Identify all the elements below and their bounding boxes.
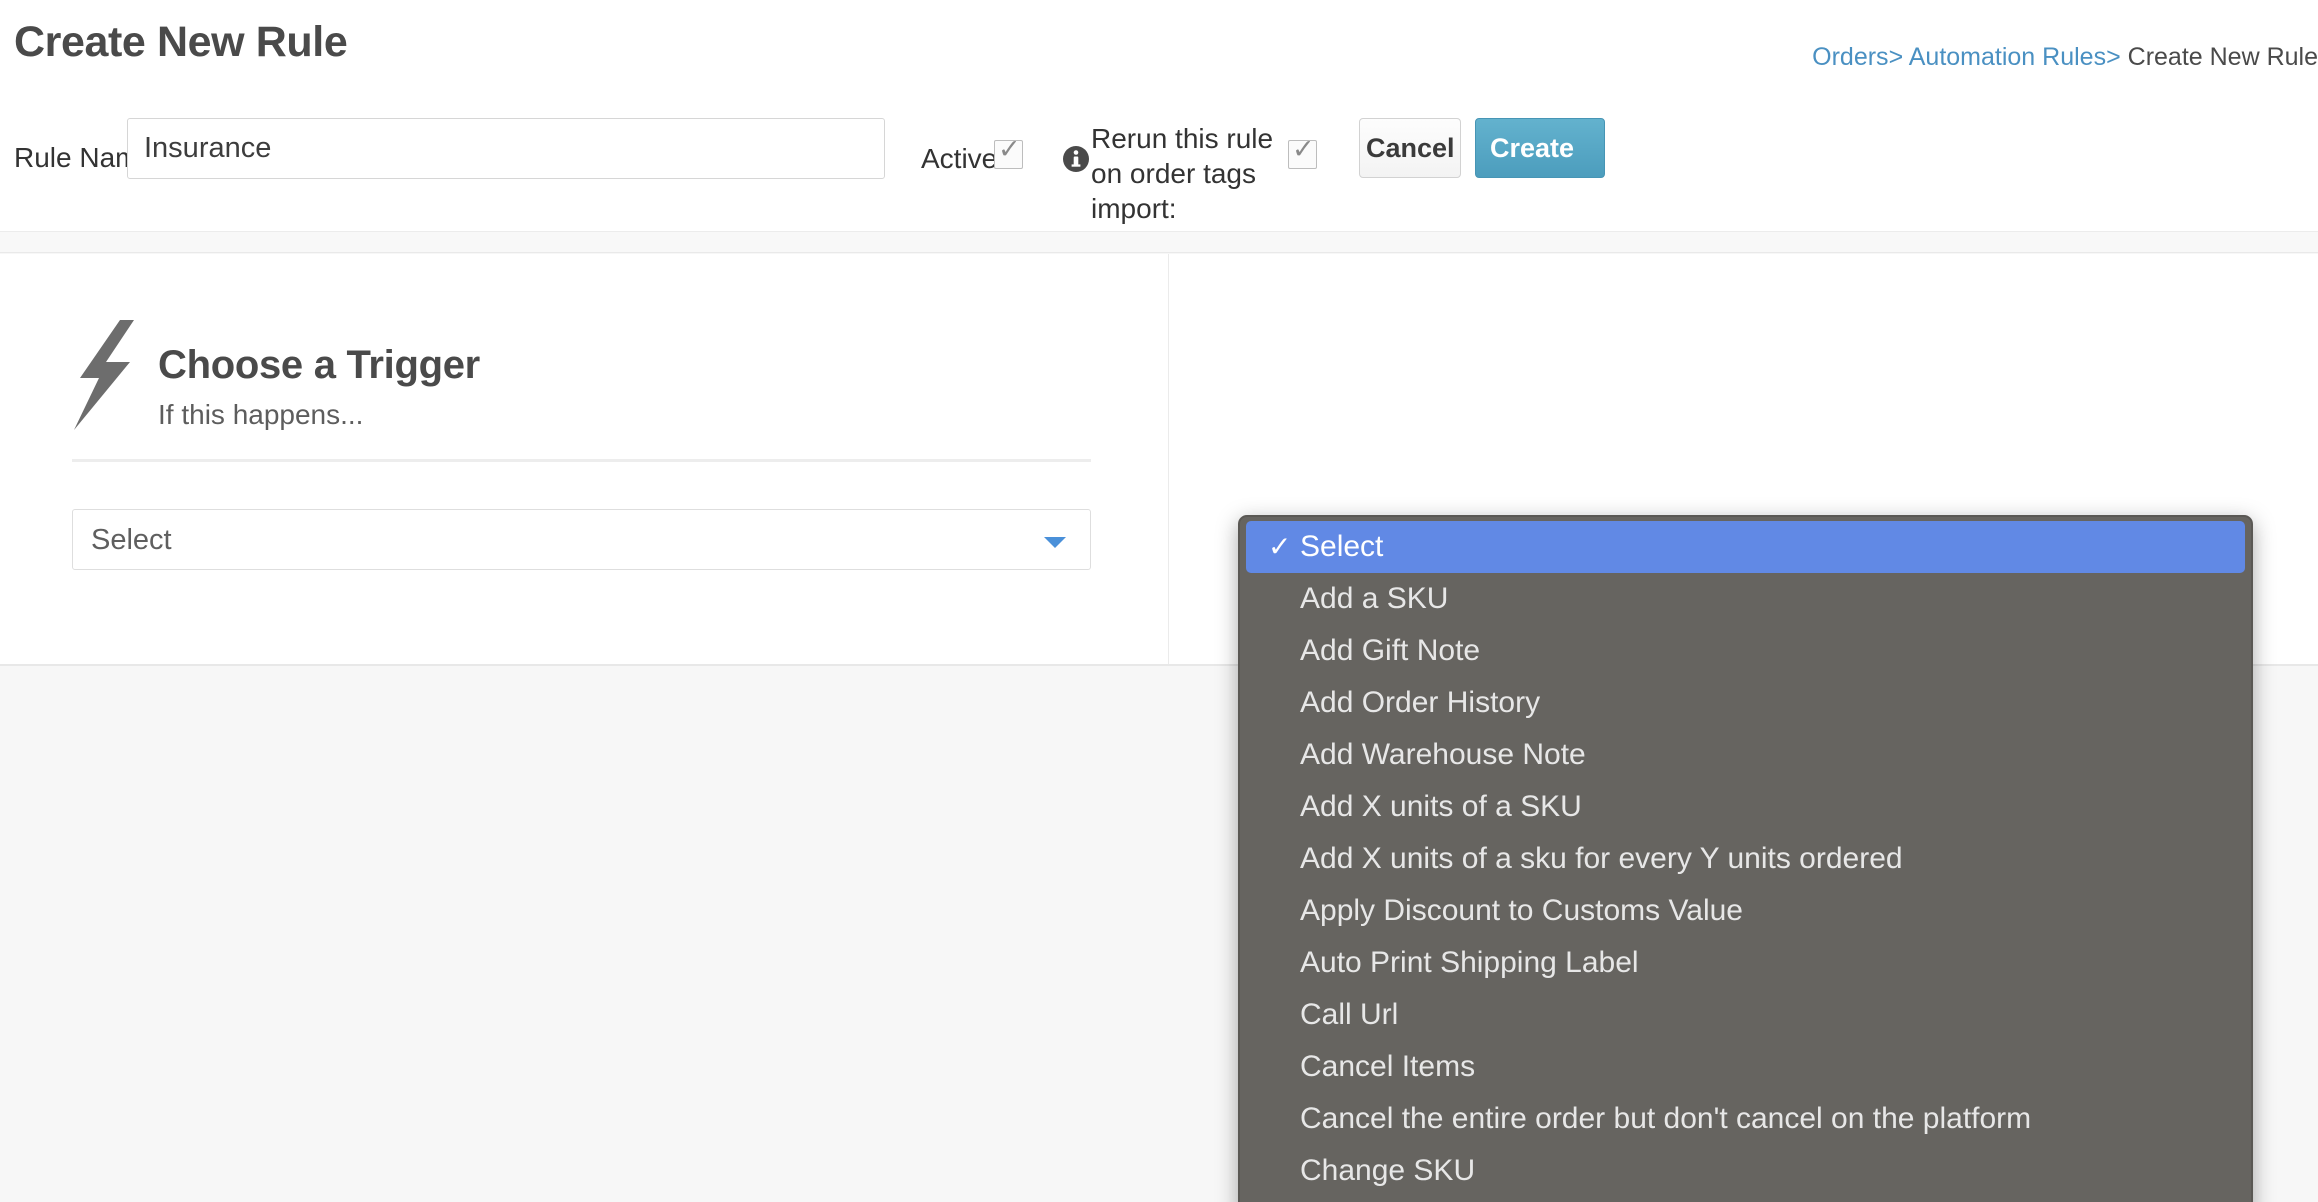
chevron-down-icon	[1044, 537, 1066, 548]
checkmark-icon: ✓	[1292, 134, 1315, 165]
header-divider-band	[0, 231, 2318, 253]
breadcrumb-current: Create New Rule	[2127, 43, 2318, 71]
checkmark-icon: ✓	[998, 134, 1021, 165]
rule-name-input[interactable]	[127, 118, 885, 179]
rerun-on-order-tags-import-checkbox[interactable]: ✓	[1288, 135, 1317, 169]
dropdown-option-label: Call Url	[1300, 998, 1399, 1031]
breadcrumb-link-orders[interactable]: Orders	[1812, 43, 1888, 71]
active-label: Active:	[921, 143, 1006, 174]
info-icon[interactable]	[1063, 146, 1089, 172]
dropdown-option-label: Add Gift Note	[1300, 634, 1481, 667]
dropdown-option-label: Auto Print Shipping Label	[1300, 946, 1639, 979]
breadcrumb: Orders> Automation Rules> Create New Rul…	[1812, 43, 2318, 72]
dropdown-option[interactable]: Cancel the entire order but don't cancel…	[1240, 1093, 2251, 1145]
page-title: Create New Rule	[14, 18, 348, 66]
dropdown-option-label: Cancel the entire order but don't cancel…	[1300, 1102, 2032, 1135]
cancel-button[interactable]: Cancel	[1359, 118, 1461, 178]
dropdown-option-label: Select	[1300, 530, 1384, 563]
trigger-panel-subtitle: If this happens...	[158, 399, 364, 430]
dropdown-option[interactable]: Apply Discount to Customs Value	[1240, 885, 2251, 937]
check-icon: ✓	[1268, 530, 1292, 563]
rerun-rule-label: Rerun this rule on order tags import:	[1091, 123, 1274, 224]
dropdown-option-label: Change SKU	[1300, 1154, 1476, 1187]
dropdown-option[interactable]: Add Order History	[1240, 677, 2251, 729]
trigger-panel-divider	[72, 459, 1091, 462]
action-dropdown-menu[interactable]: ✓ Select Add a SKU Add Gift Note Add Order H…	[1238, 515, 2253, 1202]
dropdown-option[interactable]: Change SKU	[1240, 1145, 2251, 1197]
create-button[interactable]: Create	[1475, 118, 1605, 178]
breadcrumb-separator-2: >	[2106, 43, 2121, 71]
active-checkbox[interactable]: ✓	[994, 135, 1023, 169]
dropdown-option-label: Add X units of a sku for every Y units o…	[1300, 842, 1903, 875]
dropdown-option[interactable]: Add X units of a sku for every Y units o…	[1240, 833, 2251, 885]
dropdown-option-label: Add a SKU	[1300, 582, 1449, 615]
dropdown-option[interactable]: Call Url	[1240, 989, 2251, 1041]
dropdown-option-label: Apply Discount to Customs Value	[1300, 894, 1743, 927]
dropdown-option[interactable]: Add Gift Note	[1240, 625, 2251, 677]
breadcrumb-separator: >	[1888, 43, 1904, 71]
dropdown-option-label: Add Order History	[1300, 686, 1541, 719]
panel-vertical-divider	[1168, 254, 1169, 665]
dropdown-option[interactable]: Cancel Items	[1240, 1041, 2251, 1093]
create-new-rule-page: Create New Rule Orders> Automation Rules…	[0, 0, 2318, 1202]
lightning-bolt-icon	[72, 320, 134, 430]
dropdown-option-label: Add Warehouse Note	[1300, 738, 1586, 771]
dropdown-option-label: Add X units of a SKU	[1300, 790, 1582, 823]
trigger-select-value: Select	[91, 524, 172, 556]
dropdown-option[interactable]: Add a SKU	[1240, 573, 2251, 625]
dropdown-option[interactable]: Add X units of a SKU	[1240, 781, 2251, 833]
dropdown-option[interactable]: ✓ Select	[1246, 521, 2245, 573]
page-header: Create New Rule Orders> Automation Rules…	[0, 0, 2318, 231]
dropdown-option[interactable]: Add Warehouse Note	[1240, 729, 2251, 781]
dropdown-option-label: Cancel Items	[1300, 1050, 1476, 1083]
trigger-panel-title: Choose a Trigger	[158, 343, 480, 387]
dropdown-option[interactable]: Auto Print Shipping Label	[1240, 937, 2251, 989]
trigger-select[interactable]: Select	[72, 509, 1091, 570]
breadcrumb-link-automation-rules[interactable]: Automation Rules	[1909, 43, 2106, 71]
